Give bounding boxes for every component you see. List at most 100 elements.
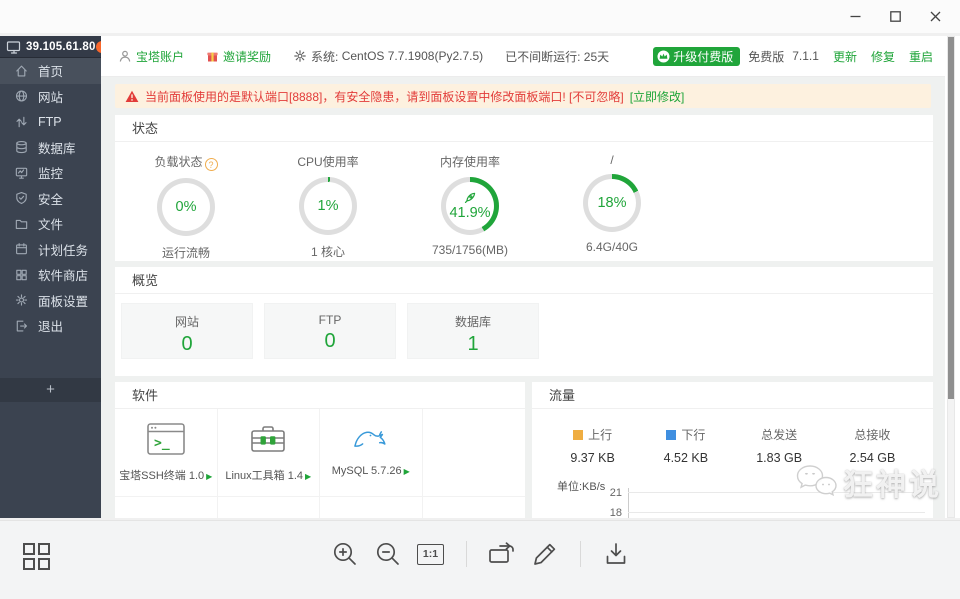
sidebar-item-label: 首页 bbox=[38, 65, 64, 80]
gauge-负载状态: 负载状态? 0% 运行流畅 bbox=[115, 153, 257, 261]
watermark: 狂神说 bbox=[795, 460, 942, 504]
gift-icon bbox=[206, 50, 219, 63]
gauge-内存使用率: 内存使用率 41.9% 735/1756(MB) bbox=[399, 153, 541, 261]
sidebar-item-logout[interactable]: 退出 bbox=[0, 313, 101, 339]
sidebar-item-security[interactable]: 安全 bbox=[0, 186, 101, 212]
software-item-Linux工具箱 1.4[interactable]: Linux工具箱 1.4 ▶ bbox=[218, 409, 320, 496]
globe-icon bbox=[14, 88, 29, 104]
software-cell-empty bbox=[115, 496, 218, 518]
software-cell-empty bbox=[217, 496, 320, 518]
home-icon bbox=[14, 63, 29, 79]
gauge-subtext: 运行流畅 bbox=[161, 246, 210, 260]
gauge-subtext: 6.4G/40G bbox=[585, 240, 639, 254]
status-card: 状态 负载状态? 0% 运行流畅 CPU使用率 1% 1 核心 内存使用率 41.9% 735/… bbox=[115, 115, 933, 261]
crown-icon bbox=[657, 50, 670, 63]
traffic-stat-下行: 下行 4.52 KB bbox=[639, 426, 732, 465]
close-button[interactable] bbox=[920, 4, 950, 30]
overview-card: 概览 网站 0 FTP 0 数据库 1 bbox=[115, 267, 933, 376]
toolbox-icon bbox=[248, 423, 288, 455]
scrollbar-thumb[interactable] bbox=[948, 37, 954, 399]
gauge-value: 41.9% bbox=[449, 205, 491, 221]
terminal-icon: >_ bbox=[146, 423, 185, 455]
maximize-button[interactable] bbox=[880, 4, 910, 30]
software-name: Linux工具箱 1.4 ▶ bbox=[225, 470, 312, 482]
scrollbar-area bbox=[945, 36, 960, 518]
panel-topbar: 宝塔账户 邀请奖励 系统: CentOS 7.7.1908(Py2.7.5) 已… bbox=[101, 36, 945, 77]
overview-label: 数据库 bbox=[454, 315, 491, 329]
edition-label: 免费版 bbox=[748, 49, 785, 64]
sidebar-item-label: 计划任务 bbox=[38, 243, 89, 258]
gauge-value: 18% bbox=[597, 195, 627, 211]
repair-link[interactable]: 修复 bbox=[871, 48, 895, 65]
traffic-title: 流量 bbox=[532, 382, 933, 409]
sidebar-item-label: 软件商店 bbox=[38, 269, 89, 284]
overview-value: 1 bbox=[467, 333, 479, 355]
zoom-out-button[interactable] bbox=[372, 538, 404, 570]
overview-box-网站[interactable]: 网站 0 bbox=[121, 303, 253, 359]
sidebar-item-sites[interactable]: 网站 bbox=[0, 84, 101, 110]
sidebar-item-label: FTP bbox=[38, 114, 62, 129]
uptime-text: 已不间断运行: 25天 bbox=[505, 49, 610, 64]
server-ip: 39.105.61.80 bbox=[26, 40, 96, 53]
help-icon[interactable]: ? bbox=[204, 158, 218, 171]
traffic-stat-label: 总发送 bbox=[761, 428, 798, 442]
sidebar-item-settings[interactable]: 面板设置 bbox=[0, 288, 101, 314]
sidebar-item-cron[interactable]: 计划任务 bbox=[0, 237, 101, 263]
traffic-stat-label: 下行 bbox=[681, 428, 706, 442]
database-icon bbox=[14, 139, 29, 155]
software-item-宝塔SSH终端 1.0[interactable]: >_ 宝塔SSH终端 1.0 ▶ bbox=[115, 409, 218, 496]
save-button[interactable] bbox=[600, 538, 632, 570]
gauge-value: 0% bbox=[175, 199, 197, 215]
rocket-icon[interactable] bbox=[463, 191, 477, 205]
sidebar-item-monitor[interactable]: 监控 bbox=[0, 160, 101, 186]
sidebar-item-appstore[interactable]: 软件商店 bbox=[0, 262, 101, 288]
software-cell-empty bbox=[320, 496, 423, 518]
actual-size-button[interactable]: 1:1 bbox=[415, 538, 447, 570]
software-card: 软件 >_ 宝塔SSH终端 1.0 ▶ Linux工具箱 1.4 ▶ MySQL 5.7.… bbox=[115, 382, 525, 518]
gauge-/: / 18% 6.4G/40G bbox=[541, 153, 683, 261]
account-link[interactable]: 宝塔账户 bbox=[118, 48, 184, 65]
sidebar-add-button[interactable]: + bbox=[0, 378, 101, 402]
software-name: MySQL 5.7.26 ▶ bbox=[331, 465, 410, 477]
gauge-subtext: 1 核心 bbox=[310, 245, 345, 259]
rotate-button[interactable] bbox=[486, 538, 518, 570]
scrollbar-track[interactable] bbox=[947, 36, 955, 518]
person-icon bbox=[118, 49, 132, 63]
overview-value: 0 bbox=[181, 333, 193, 355]
settings-icon bbox=[14, 292, 29, 308]
sidebar-item-home[interactable]: 首页 bbox=[0, 58, 101, 84]
sidebar-item-label: 面板设置 bbox=[38, 294, 89, 309]
toolbar-divider bbox=[465, 541, 467, 567]
sidebar-item-files[interactable]: 文件 bbox=[0, 211, 101, 237]
restart-link[interactable]: 重启 bbox=[909, 48, 933, 65]
logout-icon bbox=[14, 318, 29, 334]
security-warning-banner: 当前面板使用的是默认端口[8888]，有安全隐患，请到面板设置中修改面板端口! … bbox=[115, 84, 931, 108]
update-link[interactable]: 更新 bbox=[833, 48, 857, 65]
minimize-button[interactable] bbox=[840, 4, 870, 30]
running-indicator-icon: ▶ bbox=[206, 472, 213, 481]
calendar-icon bbox=[14, 241, 29, 257]
sidebar-item-ftp[interactable]: FTP bbox=[0, 109, 101, 135]
sidebar-item-label: 网站 bbox=[38, 90, 64, 105]
edit-button[interactable] bbox=[529, 538, 561, 570]
traffic-stat-value: 9.37 KB bbox=[570, 451, 615, 465]
sidebar-nav: 首页网站 FTP 数据库监控安全 文件计划任务软件商店面板设置退出 bbox=[0, 58, 101, 339]
invite-link[interactable]: 邀请奖励 bbox=[206, 48, 271, 65]
overview-label: FTP bbox=[318, 313, 342, 327]
gauge-ring: 0% bbox=[157, 178, 215, 236]
overview-box-FTP[interactable]: FTP 0 bbox=[264, 303, 396, 359]
sidebar-item-label: 监控 bbox=[38, 167, 64, 182]
software-name: 宝塔SSH终端 1.0 ▶ bbox=[119, 470, 213, 482]
status-title: 状态 bbox=[115, 115, 933, 142]
zoom-in-button[interactable] bbox=[329, 538, 361, 570]
upgrade-button[interactable]: 升级付费版 bbox=[653, 46, 741, 66]
gauge-label: CPU使用率 bbox=[297, 155, 359, 169]
sidebar-item-database[interactable]: 数据库 bbox=[0, 135, 101, 161]
software-item-MySQL 5.7.26[interactable]: MySQL 5.7.26 ▶ bbox=[320, 409, 423, 496]
sidebar: 39.105.61.80 0 首页网站 FTP 数据库监控安全文件计划任务软件商店面… bbox=[0, 36, 112, 518]
traffic-stat-上行: 上行 9.37 KB bbox=[546, 426, 639, 465]
server-header[interactable]: 39.105.61.80 0 bbox=[0, 36, 112, 58]
warning-modify-link[interactable]: [立即修改] bbox=[630, 88, 685, 105]
overview-box-数据库[interactable]: 数据库 1 bbox=[407, 303, 539, 359]
overview-label: 网站 bbox=[174, 315, 199, 329]
